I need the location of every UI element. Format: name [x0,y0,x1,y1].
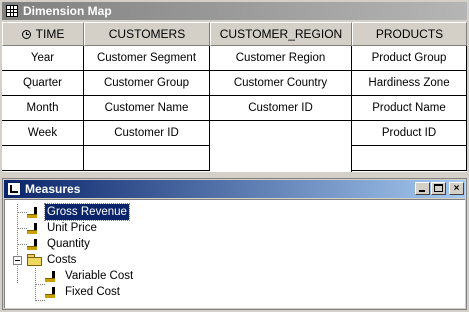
time-level-month[interactable]: Month [2,96,84,121]
customers-level-segment[interactable]: Customer Segment [84,46,210,71]
minimize-icon [419,190,425,192]
measure-icon [27,205,41,219]
region-level-country[interactable]: Customer Country [210,71,352,96]
products-level-name[interactable]: Product Name [352,96,467,121]
folder-open-icon [27,254,42,266]
tree-connector [17,244,27,246]
close-icon: × [453,183,460,194]
minimize-button[interactable] [415,182,430,195]
measures-icon [7,182,21,196]
measure-icon [27,237,41,251]
products-level-empty[interactable] [352,146,467,171]
customers-level-empty[interactable] [84,146,210,171]
column-header-customers[interactable]: CUSTOMERS [84,22,210,46]
grid-icon [6,5,18,17]
measures-title-bar[interactable]: Measures × [4,180,465,198]
column-header-products[interactable]: PRODUCTS [352,22,467,46]
dimension-map-window: Dimension Map TIME CUSTOMERS CUSTOMER_RE… [0,0,469,174]
column-header-customer-region[interactable]: CUSTOMER_REGION [210,22,352,46]
region-level-customer-id[interactable]: Customer ID [210,96,352,121]
region-level-region[interactable]: Customer Region [210,46,352,71]
tree-connector [35,300,45,302]
customers-level-id[interactable]: Customer ID [84,121,210,146]
collapse-costs-toggle[interactable] [13,256,22,265]
measure-label: Unit Price [47,222,97,234]
customers-level-group[interactable]: Customer Group [84,71,210,96]
customers-level-name[interactable]: Customer Name [84,96,210,121]
products-level-id[interactable]: Product ID [352,121,467,146]
measure-label: Variable Cost [65,270,134,282]
measure-label: Fixed Cost [65,286,120,298]
tree-connector [17,212,27,214]
products-level-hardiness-zone[interactable]: Hardiness Zone [352,71,467,96]
time-level-week[interactable]: Week [2,121,84,146]
close-button[interactable]: × [449,182,464,195]
measure-icon [45,285,59,299]
measure-label: Gross Revenue [44,203,130,221]
column-header-time[interactable]: TIME [2,22,84,46]
region-level-empty[interactable] [210,121,352,172]
clock-icon [21,30,31,39]
folder-label: Costs [47,254,77,266]
time-level-quarter[interactable]: Quarter [2,71,84,96]
tree-connector [17,228,27,230]
measure-icon [27,221,41,235]
measure-label: Quantity [47,238,90,250]
time-level-empty[interactable] [2,146,84,171]
measure-icon [45,269,59,283]
maximize-icon [434,184,443,192]
measures-title: Measures [25,182,81,196]
dimension-grid: TIME CUSTOMERS CUSTOMER_REGION PRODUCTS … [2,22,467,172]
dimension-map-title-bar[interactable]: Dimension Map [2,2,467,20]
tree-connector [35,284,45,286]
time-level-year[interactable]: Year [2,46,84,71]
products-level-group[interactable]: Product Group [352,46,467,71]
measures-window: Measures × Gross Revenue Unit Price Quan… [2,178,467,310]
measures-tree: Gross Revenue Unit Price Quantity Costs … [4,199,465,308]
maximize-button[interactable] [431,182,446,195]
dimension-map-title: Dimension Map [23,4,112,18]
